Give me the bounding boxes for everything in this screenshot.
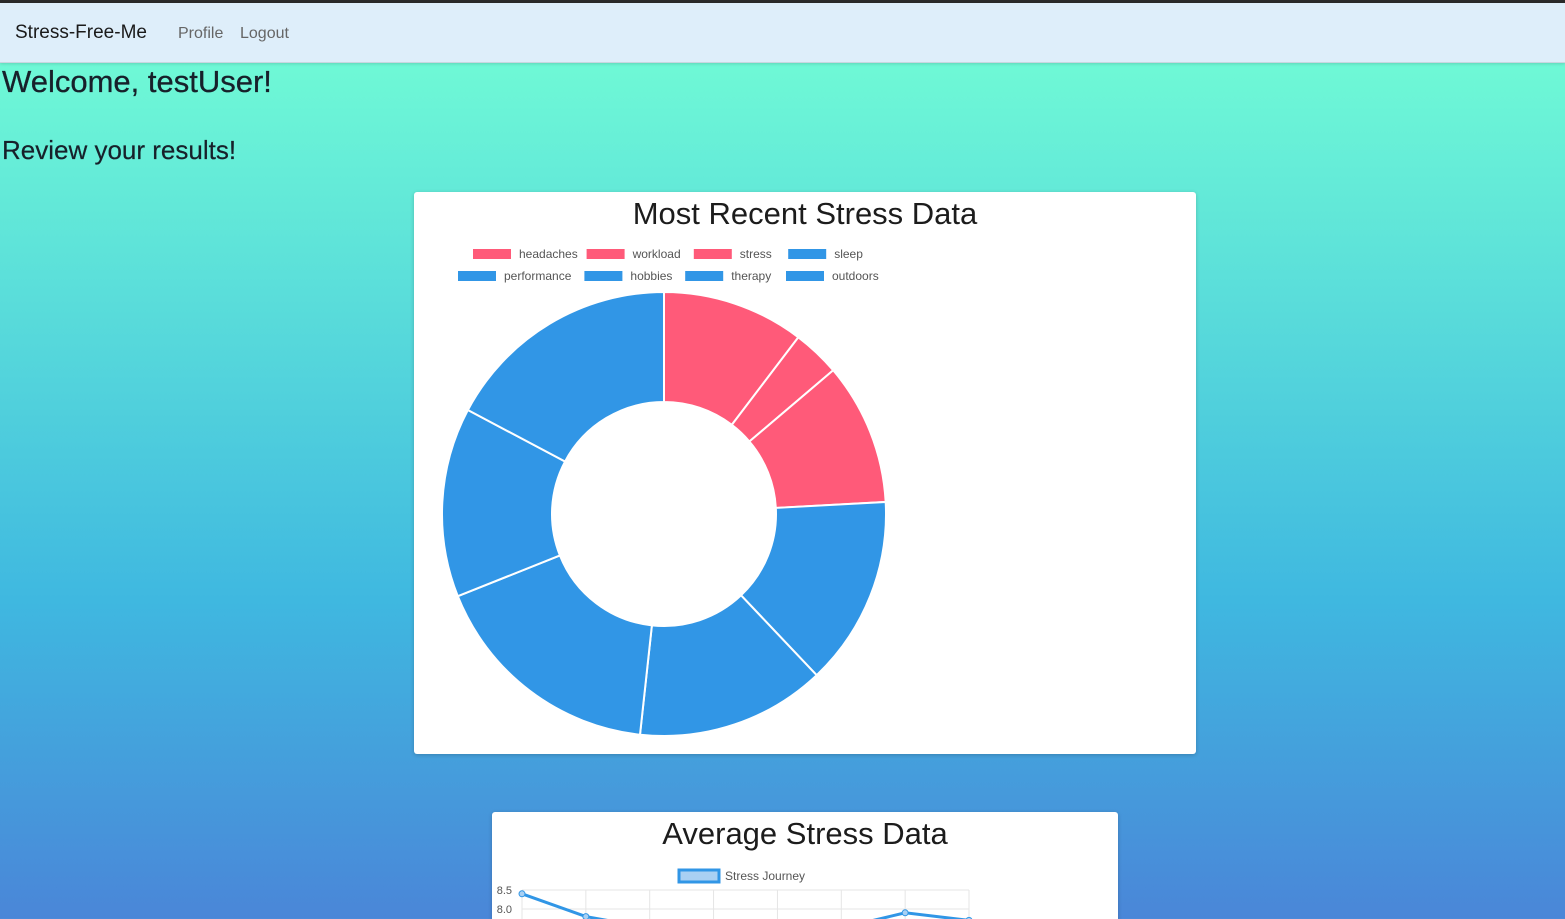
navbar: Stress-Free-Me Profile Logout [0,3,1565,63]
legend-label: workload [632,247,681,261]
recent-stress-doughnut-chart: headaches workload stress sleep performance h… [441,247,887,737]
legend-label: hobbies [630,269,672,283]
legend-label: Stress Journey [725,869,805,883]
data-point[interactable] [901,909,909,917]
data-point[interactable] [518,890,526,898]
y-tick-label: 8.5 [497,885,512,897]
legend-swatch [693,249,732,259]
legend-swatch [677,868,721,884]
average-stress-line-chart: Stress Journey 8.5 8.0 [497,868,973,919]
legend-swatch [786,271,824,281]
recent-stress-card: Most Recent Stress Data headaches workloa… [414,192,1196,754]
y-tick-label: 8.0 [497,904,512,916]
legend-swatch [685,271,724,281]
legend-item-workload[interactable]: workload [586,247,681,261]
legend-item-stress[interactable]: stress [693,247,772,261]
legend-item-therapy[interactable]: therapy [685,269,771,283]
legend-label: performance [504,269,572,283]
legend-swatch [458,271,496,281]
legend-label: headaches [519,247,578,261]
legend-label: therapy [731,269,771,283]
legend-swatch [584,271,623,281]
legend-swatch [788,249,827,259]
nav-profile-link[interactable]: Profile [178,25,223,43]
legend-item-headaches[interactable]: headaches [473,247,578,261]
average-stress-card: Average Stress Data Stress Journey 8.5 8.0 [492,812,1118,919]
legend-item-hobbies[interactable]: hobbies [584,269,672,283]
legend-item-sleep[interactable]: sleep [788,247,863,261]
legend-swatch [586,249,625,259]
brand-link[interactable]: Stress-Free-Me [15,22,147,44]
data-point[interactable] [582,913,590,919]
review-heading: Review your results! [2,135,237,165]
legend-item-performance[interactable]: performance [458,269,572,283]
legend-item-outdoors[interactable]: outdoors [786,269,879,283]
nav-logout-link[interactable]: Logout [240,25,289,43]
legend-label: sleep [834,247,863,261]
legend-label: stress [740,247,772,261]
legend-item-stress-journey[interactable]: Stress Journey [677,868,805,884]
legend-swatch [473,249,511,259]
legend-label: outdoors [832,269,879,283]
welcome-heading: Welcome, testUser! [2,64,272,99]
